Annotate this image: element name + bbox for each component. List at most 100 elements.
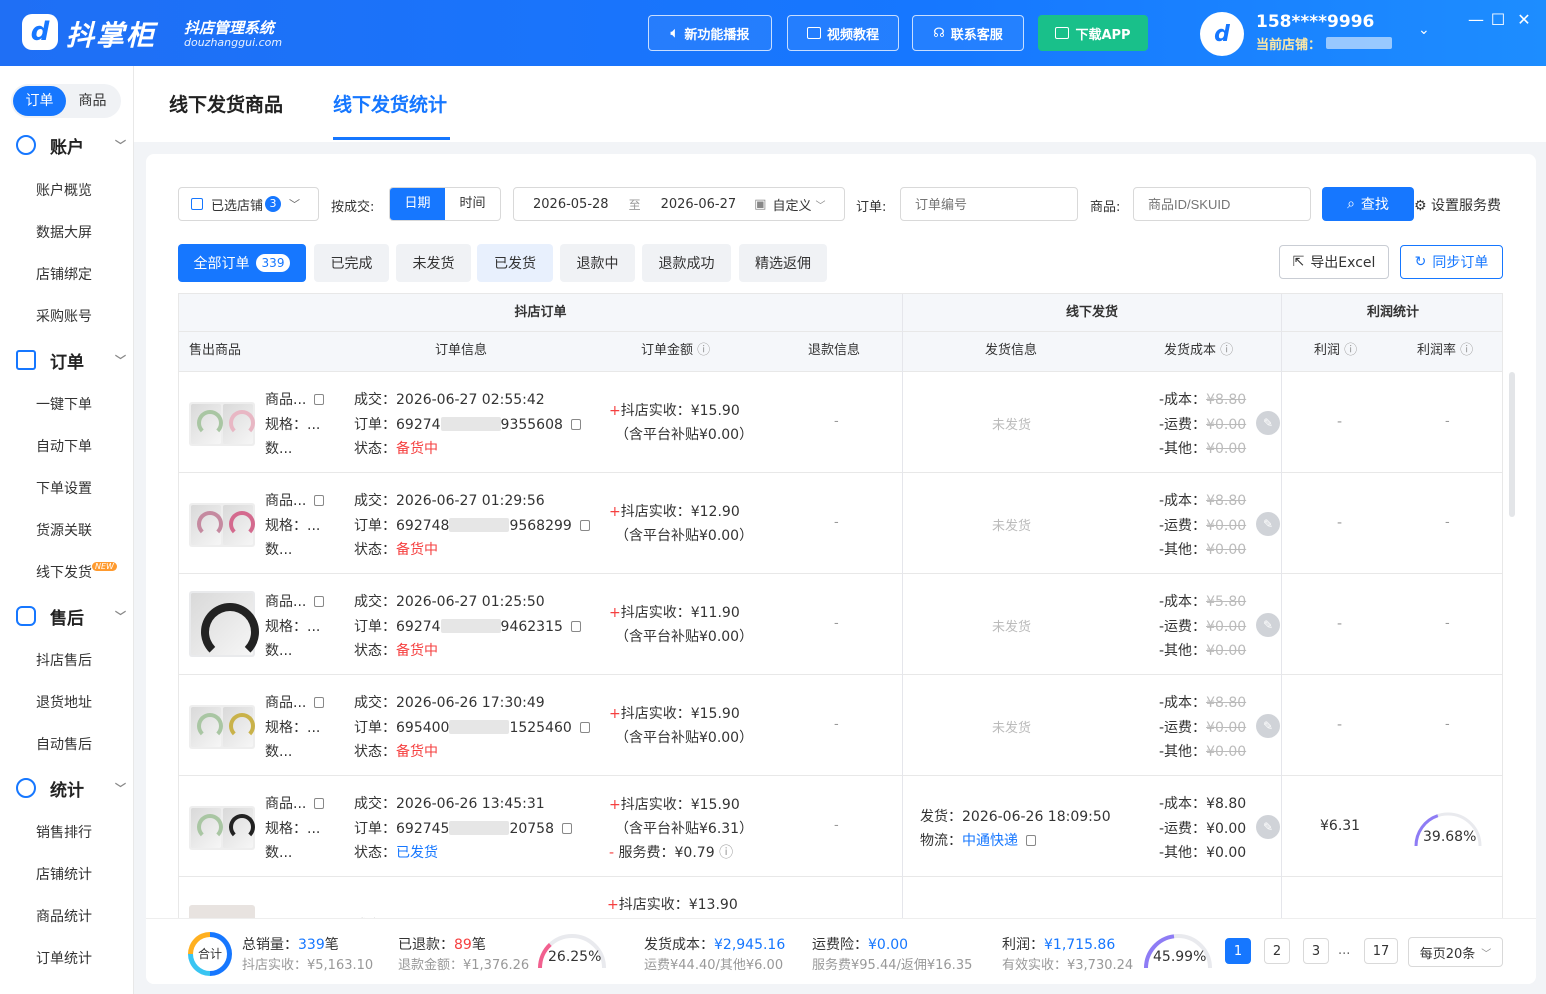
chevron-down-icon[interactable]: ⌄	[1418, 22, 1430, 38]
product-name: 商品...	[265, 490, 325, 510]
copy-icon[interactable]	[314, 697, 325, 708]
sidebar-item-order-settings[interactable]: 下单设置	[36, 478, 92, 498]
sidebar-section-stats[interactable]: 统计 ﹀	[16, 774, 126, 802]
refund-info: -	[834, 414, 839, 429]
order-number-input[interactable]	[900, 187, 1078, 221]
sidebar-item-goods-stats[interactable]: 商品统计	[36, 906, 92, 926]
sync-orders-button[interactable]: ↻ 同步订单	[1400, 245, 1503, 279]
product-thumbnail[interactable]	[189, 705, 255, 749]
edit-cost-icon[interactable]: ✎	[1256, 411, 1280, 435]
news-button[interactable]: 🔈︎ 新功能播报	[648, 15, 772, 51]
product-thumbnail[interactable]	[189, 503, 255, 547]
range-select[interactable]: 自定义	[772, 195, 811, 214]
product-thumbnail[interactable]	[189, 591, 259, 661]
status-tab-selected-commission[interactable]: 精选返佣	[739, 244, 827, 282]
sidebar-item-offline-shipping[interactable]: 线下发货 NEW	[36, 562, 117, 582]
service-fee-button[interactable]: ⚙ 设置服务费	[1414, 195, 1501, 215]
cost-value: -成本：¥8.80	[1159, 796, 1247, 812]
avatar[interactable]: d	[1200, 12, 1244, 56]
chevron-down-icon: ﹀	[289, 198, 301, 211]
sidebar-item-return-address[interactable]: 退货地址	[36, 692, 92, 712]
edit-cost-icon[interactable]: ✎	[1256, 815, 1280, 839]
shop-select[interactable]: 已选店铺 3 ﹀	[178, 187, 319, 221]
copy-icon[interactable]	[570, 419, 581, 430]
status-tab-all[interactable]: 全部订单 339	[178, 244, 306, 282]
status-tab-completed[interactable]: 已完成	[314, 244, 389, 282]
search-icon: ⌕	[1347, 196, 1355, 212]
sidebar-section-account[interactable]: 账户 ﹀	[16, 131, 126, 159]
status-tab-refunded[interactable]: 退款成功	[642, 244, 731, 282]
sidebar-item-order-stats[interactable]: 订单统计	[36, 948, 92, 968]
status-tab-refunding[interactable]: 退款中	[560, 244, 635, 282]
copy-icon[interactable]	[562, 823, 572, 834]
edit-cost-icon[interactable]: ✎	[1256, 512, 1280, 536]
sidebar-item-shop-aftersale[interactable]: 抖店售后	[36, 650, 92, 670]
sidebar-item-sales-ranking[interactable]: 销售排行	[36, 822, 92, 842]
goods-id-input[interactable]	[1133, 187, 1311, 221]
page-1[interactable]: 1	[1225, 938, 1251, 964]
copy-icon[interactable]	[314, 394, 325, 405]
profit-value: ¥6.31	[1320, 818, 1361, 834]
product-thumbnail[interactable]	[189, 806, 255, 850]
copy-icon[interactable]	[1026, 835, 1036, 846]
close-icon[interactable]: ✕	[1514, 10, 1534, 29]
product-thumbnail[interactable]	[189, 402, 255, 446]
product-thumbnail[interactable]	[189, 905, 255, 918]
sidebar-item-purchase-account[interactable]: 采购账号	[36, 306, 92, 326]
page-3[interactable]: 3	[1303, 938, 1329, 964]
table-row: 商品...成交：2026-06-26 07:05:32+抖店实收：¥13.90-…	[178, 877, 1503, 918]
download-app-button[interactable]: 下载APP	[1038, 15, 1148, 51]
minimize-icon[interactable]: —	[1466, 10, 1486, 29]
other-value: -其他：¥0.00	[1159, 744, 1247, 760]
copy-icon[interactable]	[570, 621, 581, 632]
help-icon: ⓘ	[1460, 343, 1474, 358]
date-mode-date[interactable]: 日期	[390, 188, 445, 220]
current-shop-label: 当前店铺：	[1256, 38, 1322, 53]
ship-status: 未发货	[992, 418, 1032, 433]
status-tab-shipped[interactable]: 已发货	[477, 244, 553, 282]
sidebar-item-source-link[interactable]: 货源关联	[36, 520, 92, 540]
sidebar-section-aftersale[interactable]: 售后 ﹀	[16, 602, 126, 630]
sidebar-item-auto-order[interactable]: 自动下单	[36, 436, 92, 456]
search-button[interactable]: ⌕ 查找	[1322, 187, 1414, 221]
sidebar-section-orders[interactable]: 订单 ﹀	[16, 346, 126, 374]
sidebar-item-account-overview[interactable]: 账户概览	[36, 180, 92, 200]
page-2[interactable]: 2	[1264, 938, 1290, 964]
copy-icon[interactable]	[579, 520, 590, 531]
page-17[interactable]: 17	[1364, 938, 1398, 964]
date-to[interactable]: 2026-06-27	[661, 197, 737, 212]
date-from[interactable]: 2026-05-28	[533, 197, 609, 212]
sidebar-item-shop-stats[interactable]: 店铺统计	[36, 864, 92, 884]
logo-icon: d	[22, 14, 58, 50]
customer-service-button[interactable]: ☊ 联系客服	[912, 15, 1024, 51]
video-icon	[806, 27, 821, 39]
sidebar-item-auto-aftersale[interactable]: 自动售后	[36, 734, 92, 754]
sidebar-item-one-click-order[interactable]: 一键下单	[36, 394, 92, 414]
copy-icon[interactable]	[579, 722, 590, 733]
page-size-select[interactable]: 每页20条 ﹀	[1408, 937, 1503, 967]
tab-offline-stats[interactable]: 线下发货统计	[333, 90, 447, 117]
copy-icon[interactable]	[314, 495, 325, 506]
received-amount: +抖店实收：¥13.90	[607, 897, 738, 913]
edit-cost-icon[interactable]: ✎	[1256, 714, 1280, 738]
status-tab-unshipped[interactable]: 未发货	[396, 244, 471, 282]
toggle-orders[interactable]: 订单	[13, 86, 66, 116]
toggle-goods[interactable]: 商品	[66, 86, 119, 116]
sidebar-item-data-screen[interactable]: 数据大屏	[36, 222, 92, 242]
copy-icon[interactable]	[314, 596, 325, 607]
order-number: 订单：69274 9355608	[354, 414, 581, 434]
col-refund-info: 退款信息	[808, 343, 861, 358]
export-excel-button[interactable]: ⇱ 导出Excel	[1279, 245, 1389, 279]
profit-rate-value: -	[1445, 717, 1450, 732]
date-mode-time[interactable]: 时间	[445, 188, 500, 220]
date-range-picker[interactable]: 2026-05-28 至 2026-06-27 ▣ 自定义 ﹀	[513, 187, 845, 221]
video-tutorial-button[interactable]: 视频教程	[787, 15, 899, 51]
copy-icon[interactable]	[314, 798, 325, 809]
masked-digits	[440, 417, 501, 431]
tab-offline-goods[interactable]: 线下发货商品	[169, 90, 283, 117]
sidebar-item-shop-binding[interactable]: 店铺绑定	[36, 264, 92, 284]
table-row: 商品... 规格：... 数... 成交：2026-06-26 13:45:31 订单：…	[178, 776, 1503, 877]
table-scrollbar[interactable]	[1509, 372, 1515, 517]
edit-cost-icon[interactable]: ✎	[1256, 613, 1280, 637]
maximize-icon[interactable]: ☐	[1488, 10, 1508, 29]
